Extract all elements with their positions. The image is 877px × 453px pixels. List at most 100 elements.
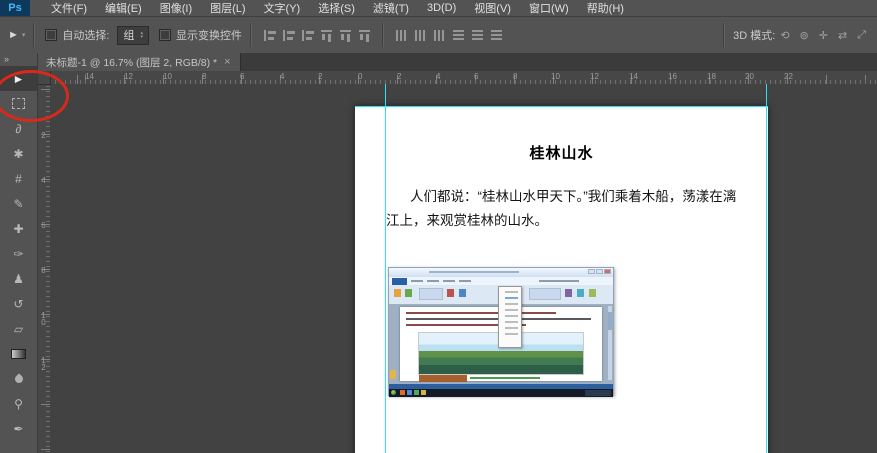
menu-select[interactable]: 选择(S)	[309, 0, 364, 16]
document-tab-title: 未标题-1 @ 16.7% (图层 2, RGB/8) *	[46, 55, 217, 70]
orange-caption	[419, 375, 467, 382]
tool-brush[interactable]: ✑	[0, 241, 37, 266]
tool-crop[interactable]: #	[0, 166, 37, 191]
blur-tool-icon	[13, 373, 24, 384]
divider	[382, 23, 384, 47]
3d-roll-icon[interactable]: ⊚	[800, 29, 809, 42]
document-tab[interactable]: 未标题-1 @ 16.7% (图层 2, RGB/8) * ×	[37, 53, 241, 71]
tool-preset-picker[interactable]: ► ▾	[8, 29, 25, 41]
guide-left[interactable]	[385, 84, 386, 453]
menu-image[interactable]: 图像(I)	[151, 0, 201, 16]
align-right-edges-icon[interactable]	[300, 29, 315, 42]
tool-history-brush[interactable]: ↺	[0, 291, 37, 316]
align-v-centers-icon[interactable]	[339, 28, 352, 43]
tool-rect-marquee[interactable]	[0, 91, 37, 116]
page-title: 桂林山水	[355, 142, 768, 163]
guide-top[interactable]	[355, 106, 768, 107]
menu-type[interactable]: 文字(Y)	[255, 0, 310, 16]
word-file-tab	[392, 278, 407, 285]
photoshop-window: Ps 文件(F) 编辑(E) 图像(I) 图层(L) 文字(Y) 选择(S) 滤…	[0, 0, 877, 453]
3d-mode-group: 3D 模式: ⟲ ⊚ ✛ ⇄ ⤢	[715, 23, 871, 47]
green-caption-line	[470, 377, 540, 379]
clone-stamp-tool-icon: ♟	[13, 272, 24, 286]
divider	[33, 23, 35, 47]
divider	[250, 23, 252, 47]
system-tray	[585, 390, 611, 396]
document-page[interactable]: 桂林山水 人们都说：“桂林山水甲天下。”我们乘着木船，荡漾在漓 江上，来观赏桂林…	[355, 106, 768, 453]
tool-pen[interactable]: ✒	[0, 416, 37, 441]
dropdown-value: 组	[123, 27, 134, 43]
move-tool-icon: ►	[13, 72, 25, 86]
align-left-edges-icon[interactable]	[262, 29, 277, 42]
distribute-v-centers-icon[interactable]	[471, 28, 484, 43]
tool-move[interactable]: ►	[0, 66, 37, 91]
menu-file[interactable]: 文件(F)	[42, 0, 96, 16]
3d-slide-icon[interactable]: ⇄	[838, 29, 847, 42]
word-dropdown-menu	[498, 286, 522, 348]
tool-gradient[interactable]	[0, 341, 37, 366]
ruler-origin-corner[interactable]	[37, 71, 51, 85]
tool-blur[interactable]	[0, 366, 37, 391]
body-text-line-1: 人们都说：“桂林山水甲天下。”我们乘着木船，荡漾在漓	[410, 185, 736, 205]
spinner-arrows-icon: ▴▾	[140, 31, 143, 39]
menu-3d[interactable]: 3D(D)	[418, 2, 465, 14]
tool-dodge[interactable]: ⚲	[0, 391, 37, 416]
eyedropper-tool-icon: ✎	[13, 197, 23, 211]
menu-view[interactable]: 视图(V)	[465, 0, 520, 16]
menu-bar: Ps 文件(F) 编辑(E) 图像(I) 图层(L) 文字(Y) 选择(S) 滤…	[0, 0, 877, 17]
marquee-tool-icon	[12, 98, 25, 109]
photoshop-logo-icon: Ps	[0, 0, 30, 16]
gradient-tool-icon	[11, 349, 26, 359]
windows-taskbar	[389, 389, 613, 397]
collapse-panel-button[interactable]: »	[0, 53, 37, 66]
document-tab-bar: 未标题-1 @ 16.7% (图层 2, RGB/8) * ×	[37, 53, 877, 71]
show-transform-label: 显示变换控件	[176, 27, 242, 43]
close-icon[interactable]: ×	[224, 56, 230, 68]
vertical-ruler[interactable]: 2 4 6 8 10 12	[37, 71, 51, 453]
guide-right[interactable]	[766, 84, 767, 453]
body-text-line-2: 江上，来观赏桂林的山水。	[386, 209, 548, 229]
distribute-h-centers-icon[interactable]	[413, 29, 428, 42]
align-bottom-edges-icon[interactable]	[358, 28, 371, 43]
horizontal-ruler[interactable]: 14 12 10 8 6 4 2 0 2 4 6 8 10 12 14 16 1…	[50, 71, 877, 85]
distribute-left-icon[interactable]	[394, 29, 409, 42]
word-scrollbar	[608, 306, 612, 380]
tool-eyedropper[interactable]: ✎	[0, 191, 37, 216]
menu-window[interactable]: 窗口(W)	[520, 0, 578, 16]
eraser-tool-icon: ▱	[14, 322, 23, 336]
tool-clone-stamp[interactable]: ♟	[0, 266, 37, 291]
distribute-top-icon[interactable]	[452, 28, 465, 43]
3d-pan-icon[interactable]: ✛	[819, 29, 828, 42]
tool-eraser[interactable]: ▱	[0, 316, 37, 341]
align-top-edges-icon[interactable]	[320, 28, 333, 43]
menu-help[interactable]: 帮助(H)	[578, 0, 633, 16]
distribute-bottom-icon[interactable]	[490, 28, 503, 43]
chevron-down-icon: ▾	[22, 31, 26, 39]
tools-panel: » ► ∂ ✱ # ✎ ✚ ✑ ♟ ↺ ▱ ⚲ ✒	[0, 53, 38, 453]
auto-select-checkbox[interactable]	[45, 29, 57, 41]
yellow-marker	[390, 370, 396, 379]
healing-tool-icon: ✚	[13, 222, 23, 236]
canvas-area: 14 12 10 8 6 4 2 0 2 4 6 8 10 12 14 16 1…	[37, 71, 877, 453]
brush-tool-icon: ✑	[13, 247, 23, 261]
tool-quick-selection[interactable]: ✱	[0, 141, 37, 166]
start-orb-icon	[391, 390, 396, 395]
menu-filter[interactable]: 滤镜(T)	[364, 0, 418, 16]
menu-layer[interactable]: 图层(L)	[201, 0, 254, 16]
3d-scale-icon[interactable]: ⤢	[857, 29, 866, 42]
auto-select-target-dropdown[interactable]: 组 ▴▾	[117, 26, 149, 45]
document-viewport[interactable]: 桂林山水 人们都说：“桂林山水甲天下。”我们乘着木船，荡漾在漓 江上，来观赏桂林…	[50, 84, 877, 453]
pen-tool-icon: ✒	[13, 422, 23, 436]
crop-tool-icon: #	[15, 172, 22, 186]
3d-orbit-icon[interactable]: ⟲	[780, 29, 789, 42]
tool-lasso[interactable]: ∂	[0, 116, 37, 141]
embedded-word-screenshot	[388, 267, 614, 396]
align-h-centers-icon[interactable]	[281, 29, 296, 42]
word-window-buttons	[588, 269, 611, 274]
menu-edit[interactable]: 编辑(E)	[96, 0, 151, 16]
show-transform-checkbox[interactable]	[159, 29, 171, 41]
move-tool-icon: ►	[8, 29, 19, 41]
tool-spot-healing[interactable]: ✚	[0, 216, 37, 241]
options-bar: ► ▾ 自动选择: 组 ▴▾ 显示变换控件 3D 模式: ⟲	[0, 17, 877, 54]
distribute-right-icon[interactable]	[432, 29, 447, 42]
